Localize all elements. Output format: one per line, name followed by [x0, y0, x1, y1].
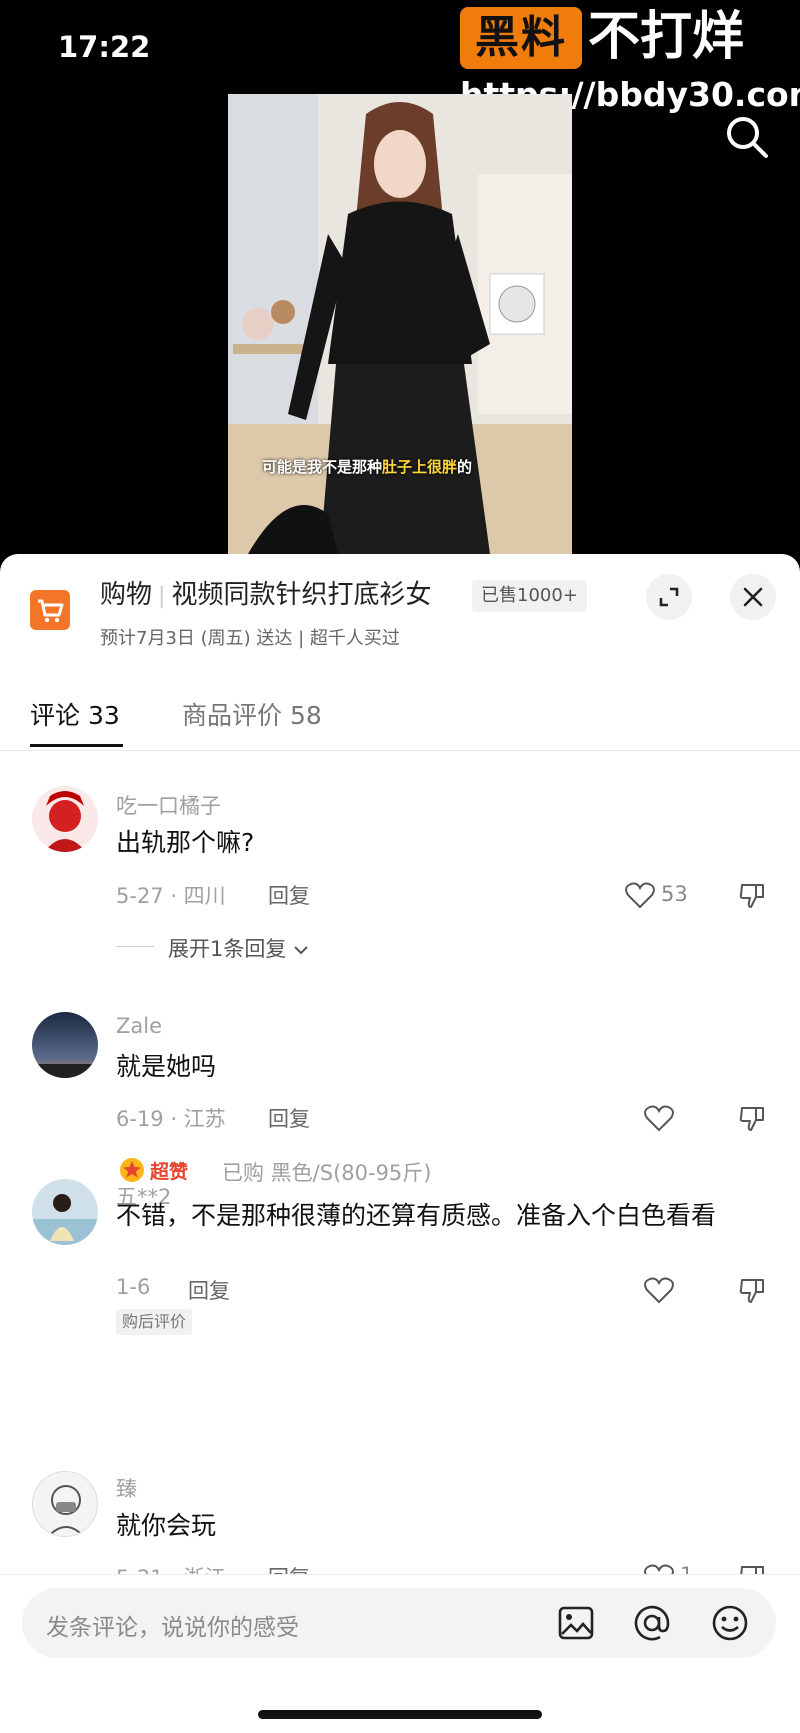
image-icon[interactable]	[556, 1603, 596, 1643]
like-count: 53	[661, 882, 688, 906]
caption-tail: 的	[457, 458, 473, 476]
comment-text: 就是她吗	[116, 1052, 217, 1081]
comment-input-placeholder: 发条评论，说说你的感受	[46, 1615, 299, 1641]
product-title[interactable]: 购物 | 视频同款针织打底衫女	[100, 574, 431, 611]
chevron-down-icon	[294, 946, 308, 955]
expand-button[interactable]	[646, 574, 692, 620]
reply-button[interactable]: 回复	[268, 880, 310, 910]
comment-meta: 6-19 · 江苏	[116, 1107, 226, 1131]
tab-product-reviews[interactable]: 商品评价 58	[182, 696, 322, 732]
super-like-icon	[118, 1155, 146, 1183]
comments-sheet: 购物 | 视频同款针织打底衫女 已售1000+ 预计7月3日 (周五) 送达 | 超…	[0, 554, 800, 1733]
comment-username[interactable]: Zale	[116, 1014, 162, 1038]
close-icon	[743, 587, 763, 607]
post-purchase-tag: 购后评价	[116, 1309, 193, 1335]
cart-icon	[30, 590, 70, 630]
video-frame-image	[228, 94, 572, 554]
title-separator: |	[158, 584, 166, 609]
reply-button[interactable]: 回复	[188, 1275, 230, 1305]
video-caption: 可能是我不是那种肚子上很胖的	[262, 456, 472, 477]
watermark-badge: 黑料	[460, 7, 582, 69]
comment-input[interactable]: 发条评论，说说你的感受	[22, 1588, 776, 1658]
product-subtitle: 预计7月3日 (周五) 送达 | 超千人买过	[100, 628, 400, 649]
expand-divider	[116, 946, 154, 947]
tab-comments[interactable]: 评论 33	[30, 696, 120, 732]
dislike-icon[interactable]	[738, 1276, 766, 1304]
caption-text: 可能是我不是那种	[262, 458, 383, 476]
heart-icon[interactable]	[644, 1104, 674, 1132]
avatar[interactable]	[32, 1179, 98, 1245]
comment-username[interactable]: 臻	[116, 1473, 137, 1503]
caption-highlight: 肚子上很胖	[382, 458, 458, 476]
close-button[interactable]	[730, 574, 776, 620]
emoji-icon[interactable]	[710, 1603, 750, 1643]
app-screen: 17:22 黑料 不打烊 https://bbdy30.com 可能是我不是那种…	[0, 0, 800, 1733]
avatar[interactable]	[32, 1012, 98, 1078]
comment-username[interactable]: 吃一口橘子	[116, 790, 221, 820]
watermark-text: 不打烊	[588, 7, 745, 67]
super-like-badge: 超赞	[150, 1161, 189, 1183]
home-indicator[interactable]	[258, 1710, 542, 1719]
avatar[interactable]	[32, 1471, 98, 1537]
search-icon[interactable]	[722, 112, 772, 162]
product-category: 购物	[100, 580, 153, 610]
comment-meta: 5-27 · 四川	[116, 884, 226, 908]
comment-text: 不错，不是那种很薄的还算有质感。准备入个白色看看	[116, 1201, 717, 1230]
at-icon[interactable]	[632, 1603, 672, 1643]
expand-replies-label: 展开1条回复	[168, 937, 287, 961]
heart-icon[interactable]	[625, 881, 655, 909]
purchase-info: 已购 黑色/S(80-95斤)	[222, 1161, 432, 1185]
dislike-icon[interactable]	[738, 1104, 766, 1132]
video-player[interactable]	[228, 94, 572, 554]
comment-text: 出轨那个嘛?	[116, 828, 255, 857]
tabs-divider	[0, 750, 800, 751]
comment-meta: 1-6	[116, 1275, 151, 1299]
active-tab-indicator	[30, 744, 123, 747]
avatar[interactable]	[32, 786, 98, 852]
sold-badge: 已售1000+	[472, 580, 587, 612]
comment-text: 就你会玩	[116, 1511, 217, 1540]
status-time: 17:22	[58, 30, 151, 64]
reply-button[interactable]: 回复	[268, 1103, 310, 1133]
expand-replies-button[interactable]: 展开1条回复	[168, 933, 309, 963]
expand-icon	[659, 587, 679, 607]
product-name: 视频同款针织打底衫女	[171, 580, 432, 610]
dislike-icon[interactable]	[738, 881, 766, 909]
heart-icon[interactable]	[644, 1276, 674, 1304]
